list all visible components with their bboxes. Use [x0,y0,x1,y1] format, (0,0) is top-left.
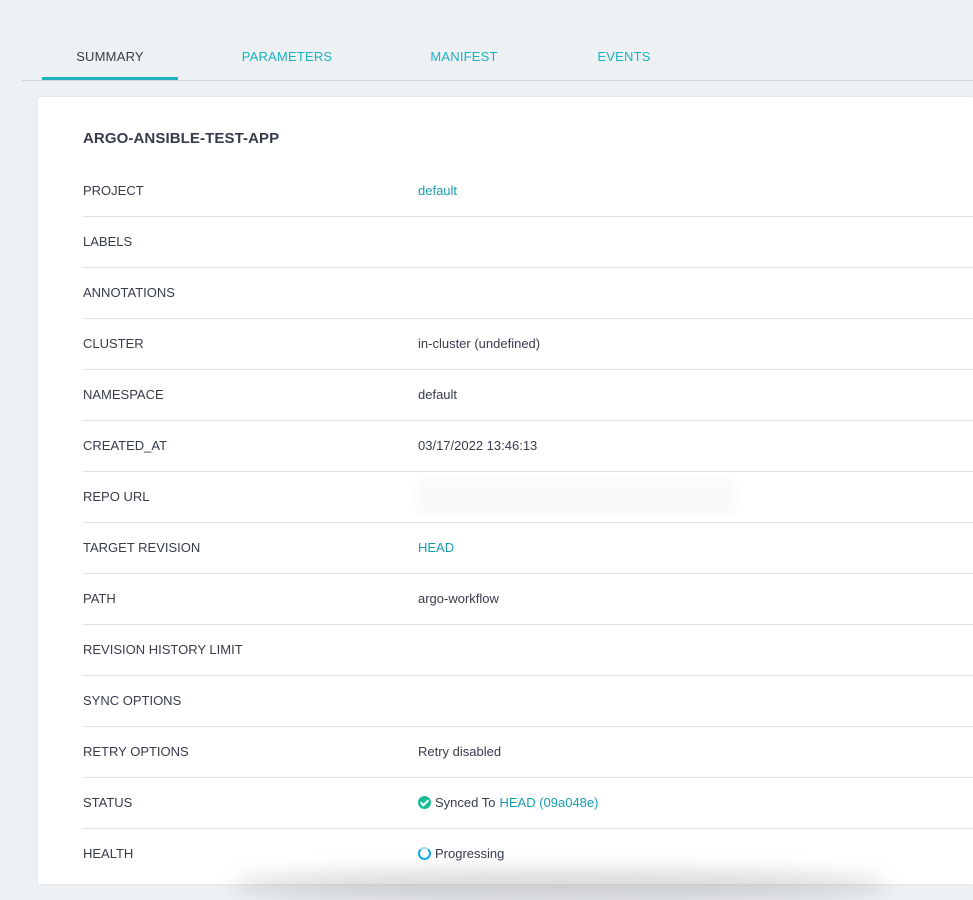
path-value: argo-workflow [418,591,499,606]
created-at-value: 03/17/2022 13:46:13 [418,438,538,453]
row-label: NAMESPACE [83,387,164,402]
tab-events[interactable]: EVENTS [572,40,676,80]
row-cluster: CLUSTER in-cluster (undefined) [83,319,973,370]
row-label: LABELS [83,234,133,249]
row-sync-options: SYNC OPTIONS [83,676,973,727]
row-label: PATH [83,591,116,606]
row-label: STATUS [83,795,133,810]
row-path: PATH argo-workflow [83,574,973,625]
row-label: HEALTH [83,846,134,861]
tab-bar: SUMMARY PARAMETERS MANIFEST EVENTS [22,40,973,81]
row-label: TARGET REVISION [83,540,201,555]
sync-status: Synced To HEAD (09a048e) [418,795,598,810]
row-created-at: CREATED_AT 03/17/2022 13:46:13 [83,421,973,472]
row-label: REVISION HISTORY LIMIT [83,642,243,657]
row-label: PROJECT [83,183,144,198]
row-label: CREATED_AT [83,438,168,453]
row-project: PROJECT default [83,166,973,217]
tab-summary[interactable]: SUMMARY [42,40,178,80]
progress-circle-icon [418,847,431,860]
check-circle-icon [418,796,431,809]
tab-manifest[interactable]: MANIFEST [402,40,526,80]
synced-revision-link[interactable]: HEAD (09a048e) [499,795,598,810]
row-status: STATUS Synced To HEAD (09a048e) [83,778,973,829]
retry-options-value: Retry disabled [418,744,502,759]
row-annotations: ANNOTATIONS [83,268,973,319]
row-revision-history-limit: REVISION HISTORY LIMIT [83,625,973,676]
bottom-shadow [230,870,890,900]
target-revision-link[interactable]: HEAD [418,540,454,555]
summary-table: PROJECT default LABELS ANNOTATIONS CLUST… [83,166,973,879]
row-retry-options: RETRY OPTIONS Retry disabled [83,727,973,778]
tab-parameters[interactable]: PARAMETERS [222,40,352,80]
row-label: SYNC OPTIONS [83,693,182,708]
row-repo-url: REPO URL [83,472,973,523]
redacted-repo-url [416,480,736,514]
cluster-value: in-cluster (undefined) [418,336,541,351]
row-target-revision: TARGET REVISION HEAD [83,523,973,574]
row-label: REPO URL [83,489,150,504]
row-label: ANNOTATIONS [83,285,175,300]
sync-status-text: Synced To [435,795,496,810]
health-status-text: Progressing [435,846,505,861]
row-namespace: NAMESPACE default [83,370,973,421]
namespace-value: default [418,387,458,402]
summary-panel: ARGO-ANSIBLE-TEST-APP PROJECT default LA… [38,97,973,884]
project-link[interactable]: default [418,183,457,198]
row-label: CLUSTER [83,336,144,351]
row-labels: LABELS [83,217,973,268]
row-label: RETRY OPTIONS [83,744,189,759]
app-title: ARGO-ANSIBLE-TEST-APP [83,130,280,147]
health-status: Progressing [418,846,504,861]
